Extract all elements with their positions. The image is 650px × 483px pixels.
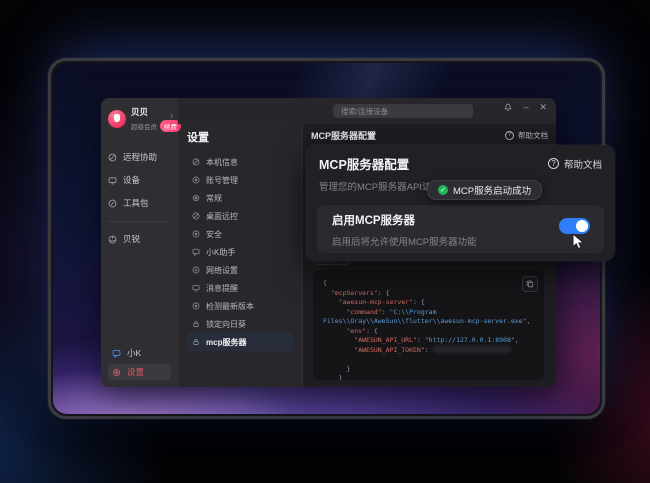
enable-mcp-title: 启用MCP服务器 [332,212,589,228]
popup-title: MCP服务器配置 [319,154,409,173]
oray-icon [108,235,117,244]
mcp-server-icon [192,338,200,346]
security-icon [192,230,200,238]
sidebar-nav: 远程协助设备工具包贝锐 [108,150,171,255]
success-toast: ✓ MCP服务启动成功 [427,180,542,200]
general-icon [192,194,200,202]
mcp-server-toggle[interactable] [559,218,590,234]
settings-menu-item-message[interactable]: 消息提醒 [187,279,293,297]
devices-icon [108,176,117,185]
sidebar: 贝贝 超级会员 续费 › 远程协助设备工具包贝锐 小K 设置 [101,98,178,387]
local-info-icon [192,158,200,166]
chevron-right-icon: › [170,110,173,120]
toolkit-icon [108,199,117,208]
desktop-background: 贝贝 超级会员 续费 › 远程协助设备工具包贝锐 小K 设置 搜索/连接设备 [0,0,650,483]
notification-bell-icon[interactable] [504,103,512,111]
account-icon [192,176,200,184]
xiaok-chat-icon [112,349,121,358]
page-title: MCP服务器配置 [311,129,376,142]
sidebar-item-oray[interactable]: 贝锐 [108,232,171,246]
assistant-icon [192,248,200,256]
minimize-button[interactable]: – [523,103,528,111]
sidebar-bottom: 小K 设置 [108,345,171,380]
device-frame: 贝贝 超级会员 续费 › 远程协助设备工具包贝锐 小K 设置 搜索/连接设备 [48,58,605,419]
settings-menu: 设置 本机信息账号管理常规桌面远控安全小K助手网络设置消息提醒检测最新版本锁定向… [178,124,303,387]
settings-menu-item-lock-app[interactable]: 锁定向日葵 [187,315,293,333]
mcp-config-code-block: { "mcpServers": { "awesun-mcp-server": {… [313,270,544,380]
question-circle-icon: ? [548,158,559,169]
settings-menu-item-assistant[interactable]: 小K助手 [187,243,293,261]
help-doc-link[interactable]: ? 帮助文档 [505,130,548,141]
search-input[interactable]: 搜索/连接设备 [333,104,473,118]
mouse-cursor [572,233,585,255]
copy-button[interactable] [522,276,538,292]
sidebar-item-devices[interactable]: 设备 [108,173,171,187]
close-button[interactable]: ✕ [539,103,547,111]
settings-menu-item-remote-desktop[interactable]: 桌面远控 [187,207,293,225]
remote-assist-icon [108,153,117,162]
enable-mcp-panel: 启用MCP服务器 启用后将允许使用MCP服务器功能 [317,205,604,253]
lock-app-icon [192,320,200,328]
settings-menu-item-mcp-server[interactable]: mcp服务器 [187,333,293,351]
settings-menu-item-update[interactable]: 检测最新版本 [187,297,293,315]
question-circle-icon: ? [505,131,514,140]
settings-menu-item-account[interactable]: 账号管理 [187,171,293,189]
code-lines: { "mcpServers": { "awesun-mcp-server": {… [323,279,534,380]
sidebar-item-toolkit[interactable]: 工具包 [108,196,171,210]
sidebar-item-remote-assist[interactable]: 远程协助 [108,150,171,164]
divider [108,221,171,222]
titlebar: 搜索/连接设备 – ✕ [178,98,556,124]
settings-menu-title: 设置 [187,129,293,145]
remote-desktop-icon [192,212,200,220]
sidebar-item-xiaok-chat[interactable]: 小K [108,345,171,361]
message-icon [192,284,200,292]
update-icon [192,302,200,310]
settings-menu-item-general[interactable]: 常规 [187,189,293,207]
network-icon [192,266,200,274]
settings-menu-item-network[interactable]: 网络设置 [187,261,293,279]
user-name: 贝贝 [131,106,171,118]
mcp-config-popup: MCP服务器配置 ? 帮助文档 管理您的MCP服务器API访问凭证 ✓ MCP服… [306,145,615,261]
check-circle-icon: ✓ [438,185,448,195]
avatar [108,110,126,128]
membership-tier: 超级会员 [131,121,157,131]
redacted-token [433,346,511,353]
settings-menu-item-local-info[interactable]: 本机信息 [187,153,293,171]
settings-gear-icon [112,368,121,377]
popup-help-doc-link[interactable]: ? 帮助文档 [548,157,602,171]
settings-menu-item-security[interactable]: 安全 [187,225,293,243]
sidebar-item-settings-gear[interactable]: 设置 [108,364,171,380]
enable-mcp-desc: 启用后将允许使用MCP服务器功能 [332,234,589,248]
user-profile[interactable]: 贝贝 超级会员 续费 › [108,106,171,132]
toast-text: MCP服务启动成功 [453,183,531,197]
settings-menu-list: 本机信息账号管理常规桌面远控安全小K助手网络设置消息提醒检测最新版本锁定向日葵m… [187,153,293,351]
copy-icon [526,280,534,288]
